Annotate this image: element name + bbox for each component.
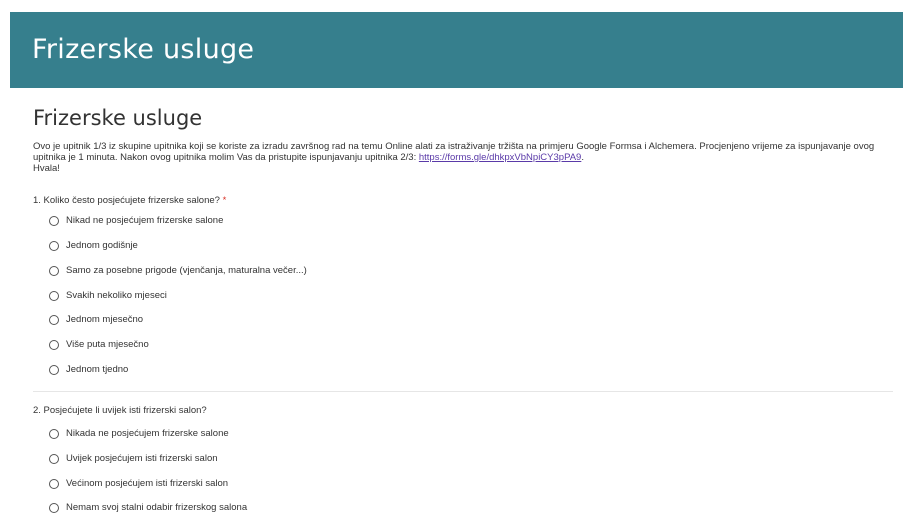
option-label: Uvijek posjećujem isti frizerski salon: [66, 453, 218, 464]
q1-option-2[interactable]: Jednom godišnje: [49, 239, 138, 252]
radio-unchecked-icon[interactable]: [49, 265, 59, 276]
q1-option-4[interactable]: Svakih nekoliko mjeseci: [49, 289, 167, 302]
header-banner: Frizerske usluge: [10, 12, 903, 88]
q1-option-7[interactable]: Jednom tjedno: [49, 363, 128, 376]
q1-option-1[interactable]: Nikad ne posjećujem frizerske salone: [49, 214, 223, 227]
description-after-link: .: [581, 152, 584, 163]
option-label: Samo za posebne prigode (vjenčanja, matu…: [66, 265, 307, 276]
q2-option-4[interactable]: Nemam svoj stalni odabir frizerskog salo…: [49, 501, 247, 514]
radio-unchecked-icon[interactable]: [49, 428, 59, 439]
form-description: Ovo je upitnik 1/3 iz skupine upitnika k…: [33, 141, 903, 174]
radio-unchecked-icon[interactable]: [49, 364, 59, 375]
option-label: Više puta mjesečno: [66, 339, 149, 350]
option-label: Jednom tjedno: [66, 364, 129, 375]
radio-unchecked-icon[interactable]: [49, 502, 59, 513]
radio-unchecked-icon[interactable]: [49, 290, 59, 301]
radio-unchecked-icon[interactable]: [49, 240, 59, 251]
q2-option-2[interactable]: Uvijek posjećujem isti frizerski salon: [49, 452, 218, 465]
question-2-label: 2. Posjećujete li uvijek isti frizerski …: [33, 405, 207, 416]
radio-unchecked-icon[interactable]: [49, 453, 59, 464]
question-2-text: 2. Posjećujete li uvijek isti frizerski …: [33, 405, 207, 416]
option-label: Većinom posjećujem isti frizerski salon: [66, 478, 229, 489]
q2-option-3[interactable]: Većinom posjećujem isti frizerski salon: [49, 477, 228, 490]
radio-unchecked-icon[interactable]: [49, 339, 59, 350]
question-divider: [33, 391, 893, 392]
description-link[interactable]: https://forms.gle/dhkpxVbNpiCY3pPA9: [419, 152, 581, 163]
option-label: Jednom godišnje: [66, 240, 138, 251]
q1-option-3[interactable]: Samo za posebne prigode (vjenčanja, matu…: [49, 264, 307, 277]
radio-unchecked-icon[interactable]: [49, 215, 59, 226]
header-title: Frizerske usluge: [32, 34, 255, 65]
form-title: Frizerske usluge: [33, 106, 203, 130]
radio-unchecked-icon[interactable]: [49, 314, 59, 325]
option-label: Nikad ne posjećujem frizerske salone: [66, 215, 224, 226]
option-label: Svakih nekoliko mjeseci: [66, 290, 167, 301]
radio-unchecked-icon[interactable]: [49, 478, 59, 489]
required-asterisk: *: [222, 195, 227, 206]
description-signoff: Hvala!: [33, 163, 60, 174]
q1-option-6[interactable]: Više puta mjesečno: [49, 338, 149, 351]
option-label: Nemam svoj stalni odabir frizerskog salo…: [66, 502, 248, 513]
q2-option-1[interactable]: Nikada ne posjećujem frizerske salone: [49, 427, 229, 440]
option-label: Nikada ne posjećujem frizerske salone: [66, 428, 229, 439]
q1-option-5[interactable]: Jednom mjesečno: [49, 313, 143, 326]
question-1-label: 1. Koliko često posjećujete frizerske sa…: [33, 195, 226, 206]
question-1-text: 1. Koliko često posjećujete frizerske sa…: [33, 195, 220, 206]
option-label: Jednom mjesečno: [66, 314, 144, 325]
